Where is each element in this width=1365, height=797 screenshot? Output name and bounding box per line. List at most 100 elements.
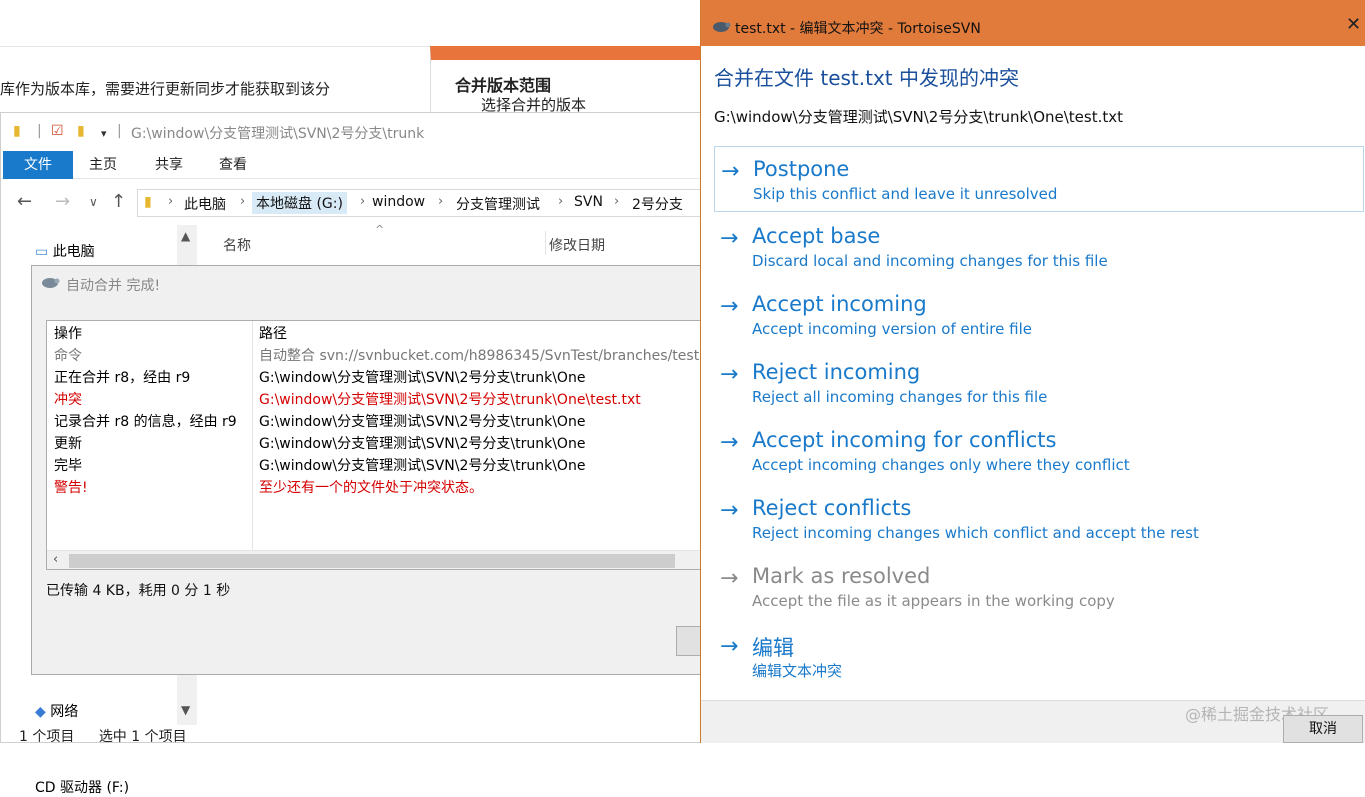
tab-home[interactable]: 主页 [89,151,117,179]
arrow-right-icon: → [720,566,739,591]
arrow-right-icon: → [721,159,740,184]
folder-icon: ▮ [144,194,152,210]
breadcrumb-svn[interactable]: SVN [574,194,603,210]
list-header: 操作 路径 [47,321,701,343]
arrow-right-icon: → [720,226,739,251]
column-header-modified[interactable]: 修改日期 [549,235,605,255]
row-path: G:\window\分支管理测试\SVN\2号分支\trunk\One [259,436,586,452]
option-title: Mark as resolved [752,564,931,588]
option-mark-resolved[interactable]: → Mark as resolved Accept the file as it… [714,554,1364,620]
row-path: 至少还有一个的文件处于冲突状态。 [259,480,483,496]
breadcrumb-window[interactable]: window [372,194,425,210]
row-path: 自动整合 svn://svnbucket.com/h8986345/SvnTes… [259,348,702,364]
table-row[interactable]: 完毕 G:\window\分支管理测试\SVN\2号分支\trunk\One [47,453,701,475]
option-description: Reject incoming changes which conflict a… [752,524,1199,542]
tab-share[interactable]: 共享 [155,151,183,179]
option-accept-incoming[interactable]: → Accept incoming Accept incoming versio… [714,282,1364,348]
divider [0,46,430,47]
table-row[interactable]: 命令 自动整合 svn://svnbucket.com/h8986345/Svn… [47,343,701,365]
sidebar-item-label: 此电脑 [52,244,95,260]
row-action: 更新 [54,436,82,452]
table-row[interactable]: 冲突 G:\window\分支管理测试\SVN\2号分支\trunk\One\t… [47,387,701,409]
table-row[interactable]: 警告! 至少还有一个的文件处于冲突状态。 [47,475,701,497]
address-bar[interactable]: ▮ › 此电脑 › 本地磁盘 (G:) › window › 分支管理测试 › … [137,189,703,217]
option-title: Accept base [752,224,881,248]
table-row[interactable]: 更新 G:\window\分支管理测试\SVN\2号分支\trunk\One [47,431,701,453]
horizontal-scrollbar[interactable]: ‹ [47,550,701,569]
conflict-dialog: test.txt - 编辑文本冲突 - TortoiseSVN ✕ 合并在文件 … [700,0,1365,743]
merge-range-title: 合并版本范围 [455,76,552,95]
column-header-path[interactable]: 路径 [259,323,287,343]
option-reject-incoming[interactable]: → Reject incoming Reject all incoming ch… [714,350,1364,416]
sort-chevron-icon: ^ [375,223,385,236]
explorer-status-bar: 1 个项目 选中 1 个项目 [19,726,187,746]
chevron-right-icon[interactable]: › [614,194,619,209]
computer-icon: ▭ [35,244,49,260]
option-title: Postpone [753,157,850,181]
chevron-right-icon[interactable]: › [360,194,365,209]
option-description: Skip this conflict and leave it unresolv… [753,185,1058,203]
row-action: 完毕 [54,458,82,474]
sidebar-item-label: 网络 [50,704,79,720]
sidebar-item-cd-drive[interactable]: CD 驱动器 (F:) [35,777,129,797]
tab-view[interactable]: 查看 [219,151,247,179]
close-icon[interactable]: ✕ [1346,14,1361,35]
dialog-title: test.txt - 编辑文本冲突 - TortoiseSVN [735,21,981,37]
column-header-name[interactable]: 名称 [223,235,251,255]
conflict-heading: 合并在文件 test.txt 中发现的冲突 [714,66,1019,90]
sidebar-item-this-pc[interactable]: ▭ 此电脑 [35,241,95,261]
option-description: Reject all incoming changes for this fil… [752,388,1048,406]
option-accept-incoming-conflicts[interactable]: → Accept incoming for conflicts Accept i… [714,418,1364,484]
option-postpone[interactable]: → Postpone Skip this conflict and leave … [714,146,1364,212]
forward-arrow-icon[interactable]: → [55,191,70,212]
chevron-right-icon[interactable]: › [168,194,173,209]
option-description: 编辑文本冲突 [752,662,843,680]
option-title: Reject conflicts [752,496,912,520]
divider: | [37,123,42,139]
divider [545,231,546,255]
breadcrumb-this-pc[interactable]: 此电脑 [184,194,226,214]
chevron-right-icon[interactable]: › [240,194,245,209]
row-action: 冲突 [54,392,82,408]
chevron-right-icon[interactable]: › [438,194,443,209]
breadcrumb-branch-2[interactable]: 2号分支 [632,194,683,214]
option-reject-conflicts[interactable]: → Reject conflicts Reject incoming chang… [714,486,1364,552]
ribbon-tabs: 文件 主页 共享 查看 [1,151,701,179]
properties-icon[interactable]: ☑ [51,123,64,139]
option-edit[interactable]: → 编辑 编辑文本冲突 [714,622,1364,688]
option-description: Discard local and incoming changes for t… [752,252,1108,270]
row-path: G:\window\分支管理测试\SVN\2号分支\trunk\One [259,370,586,386]
column-header-action[interactable]: 操作 [54,323,82,343]
chevron-right-icon[interactable]: › [558,194,563,209]
row-path: G:\window\分支管理测试\SVN\2号分支\trunk\One [259,458,586,474]
new-folder-icon[interactable]: ▮ [77,123,85,139]
scrollbar-thumb[interactable] [69,554,675,568]
merge-progress-dialog: 自动合并 完成! 操作 路径 命令 自动整合 svn://svnbucket.c… [31,265,716,675]
chevron-down-icon[interactable]: ▾ [101,127,107,140]
option-description: Accept the file as it appears in the wor… [752,592,1115,610]
cancel-button[interactable]: 取消 [1283,715,1363,743]
arrow-right-icon: → [720,294,739,319]
progress-list: 操作 路径 命令 自动整合 svn://svnbucket.com/h89863… [46,320,702,570]
transfer-summary: 已传输 4 KB，耗用 0 分 1 秒 [46,583,231,599]
breadcrumb-local-disk[interactable]: 本地磁盘 (G:) [252,192,347,214]
table-row[interactable]: 正在合并 r8，经由 r9 G:\window\分支管理测试\SVN\2号分支\… [47,365,701,387]
back-arrow-icon[interactable]: ← [17,191,32,212]
arrow-right-icon: → [720,498,739,523]
option-accept-base[interactable]: → Accept base Discard local and incoming… [714,214,1364,280]
row-path: G:\window\分支管理测试\SVN\2号分支\trunk\One [259,414,586,430]
dialog-titlebar: test.txt - 编辑文本冲突 - TortoiseSVN ✕ [701,0,1365,46]
sidebar-item-network[interactable]: ◆ 网络 [35,701,78,721]
chevron-down-icon[interactable]: ∨ [89,195,98,209]
option-title: Accept incoming for conflicts [752,428,1057,452]
breadcrumb-branch-test[interactable]: 分支管理测试 [456,194,540,214]
conflict-file-path: G:\window\分支管理测试\SVN\2号分支\trunk\One\test… [714,108,1124,126]
up-arrow-icon[interactable]: ↑ [111,191,126,212]
folder-icon: ▮ [13,123,21,139]
table-row[interactable]: 记录合并 r8 的信息，经由 r9 G:\window\分支管理测试\SVN\2… [47,409,701,431]
chevron-left-icon[interactable]: ‹ [53,552,58,567]
divider: | [117,123,122,139]
dialog-footer: @稀土掘金技术社区 取消 [701,700,1365,743]
tab-file[interactable]: 文件 [3,151,73,179]
address-row: ← → ∨ ↑ ▮ › 此电脑 › 本地磁盘 (G:) › window › 分… [1,185,703,221]
